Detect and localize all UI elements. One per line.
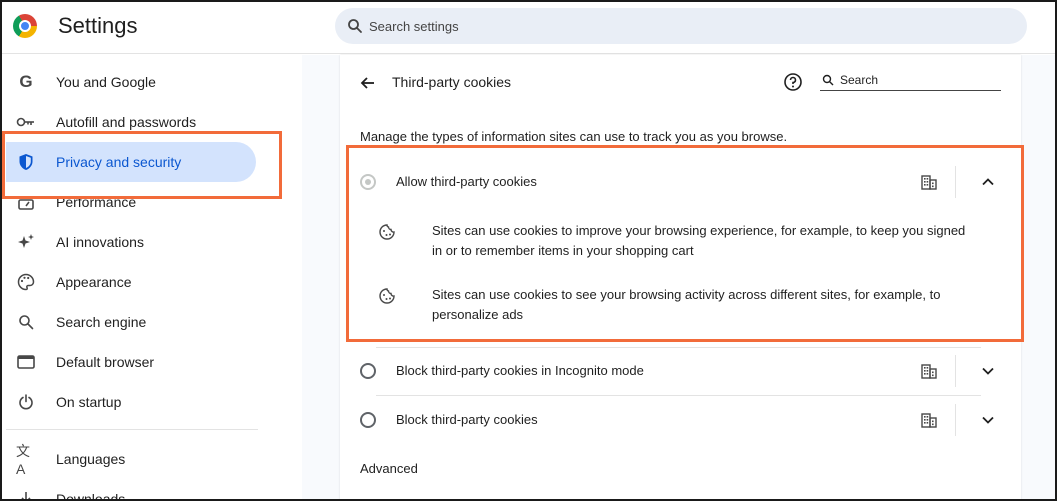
search-icon xyxy=(822,74,834,86)
translate-icon: 文A xyxy=(16,443,30,477)
search-settings-bar[interactable] xyxy=(335,8,1027,44)
sub-search-input[interactable] xyxy=(840,71,990,89)
option-label: Block third-party cookies xyxy=(396,412,538,427)
power-icon xyxy=(16,392,36,412)
sidebar-item-you-and-google[interactable]: G You and Google xyxy=(6,62,256,102)
search-icon xyxy=(16,312,36,332)
option-label: Allow third-party cookies xyxy=(396,174,537,189)
sidebar-item-ai-innovations[interactable]: AI innovations xyxy=(6,222,256,262)
enterprise-building-icon xyxy=(921,413,937,428)
search-settings-input[interactable] xyxy=(369,16,969,36)
enterprise-building-icon xyxy=(921,175,937,190)
sidebar-item-label: Search engine xyxy=(56,314,147,330)
detail-text: Sites can use cookies to improve your br… xyxy=(432,223,966,258)
radio-button[interactable] xyxy=(360,412,376,428)
option-allow-third-party-cookies[interactable]: Allow third-party cookies xyxy=(360,158,1001,206)
key-icon xyxy=(16,112,36,132)
third-party-cookies-card: Third-party cookies Manage the types of … xyxy=(340,55,1021,499)
detail-text: Sites can use cookies to see your browsi… xyxy=(432,287,941,322)
description-text: Manage the types of information sites ca… xyxy=(360,129,788,144)
separator xyxy=(955,166,956,198)
speedometer-icon xyxy=(16,192,36,212)
chevron-down-icon[interactable] xyxy=(980,363,996,379)
sidebar-item-languages[interactable]: 文A Languages xyxy=(6,439,256,479)
help-icon[interactable] xyxy=(783,72,803,92)
separator xyxy=(955,355,956,387)
sidebar-item-on-startup[interactable]: On startup xyxy=(6,382,256,422)
sidebar-item-label: Appearance xyxy=(56,274,132,290)
sidebar-item-label: Downloads xyxy=(56,491,126,501)
sub-search-field[interactable] xyxy=(820,69,1001,91)
radio-button[interactable] xyxy=(360,363,376,379)
sidebar-item-label: Default browser xyxy=(56,354,155,370)
cookie-icon xyxy=(379,224,395,240)
chrome-logo-icon xyxy=(13,14,37,38)
sparkle-icon xyxy=(16,232,36,252)
palette-icon xyxy=(16,272,36,292)
back-arrow-icon[interactable] xyxy=(358,73,378,93)
browser-window-icon xyxy=(16,352,36,372)
search-icon xyxy=(348,19,362,33)
sidebar-item-label: Privacy and security xyxy=(56,154,182,170)
option-label: Block third-party cookies in Incognito m… xyxy=(396,363,644,378)
sidebar-divider xyxy=(6,429,258,430)
sidebar-item-privacy-and-security[interactable]: Privacy and security xyxy=(6,142,256,182)
sidebar-item-default-browser[interactable]: Default browser xyxy=(6,342,256,382)
sidebar-item-performance[interactable]: Performance xyxy=(6,182,256,222)
sidebar-item-label: Languages xyxy=(56,451,126,467)
page-title: Third-party cookies xyxy=(392,74,512,90)
sidebar-item-downloads[interactable]: Downloads xyxy=(6,479,256,501)
sidebar-item-appearance[interactable]: Appearance xyxy=(6,262,256,302)
app-title: Settings xyxy=(58,13,138,38)
shield-icon xyxy=(16,152,36,172)
enterprise-building-icon xyxy=(921,364,937,379)
chevron-down-icon[interactable] xyxy=(980,412,996,428)
sidebar-item-search-engine[interactable]: Search engine xyxy=(6,302,256,342)
option-block-third-party-cookies[interactable]: Block third-party cookies xyxy=(360,396,1001,444)
option-block-incognito[interactable]: Block third-party cookies in Incognito m… xyxy=(360,347,1001,395)
sidebar-item-autofill[interactable]: Autofill and passwords xyxy=(6,102,256,142)
sidebar-item-label: You and Google xyxy=(56,74,156,90)
download-icon xyxy=(16,489,36,499)
sidebar-item-label: Performance xyxy=(56,194,137,210)
header: Settings xyxy=(2,2,1055,54)
separator xyxy=(955,404,956,436)
chevron-up-icon[interactable] xyxy=(980,174,996,190)
radio-button[interactable] xyxy=(360,174,376,190)
sidebar: G You and Google Autofill and passwords … xyxy=(2,55,302,501)
cookie-icon xyxy=(379,288,395,304)
advanced-section-heading: Advanced xyxy=(360,461,418,476)
sidebar-item-label: On startup xyxy=(56,394,122,410)
sidebar-item-label: AI innovations xyxy=(56,234,144,250)
google-g-icon: G xyxy=(19,72,33,91)
sidebar-item-label: Autofill and passwords xyxy=(56,114,197,130)
settings-window: Settings G You and Google Autofill and p… xyxy=(0,0,1057,501)
